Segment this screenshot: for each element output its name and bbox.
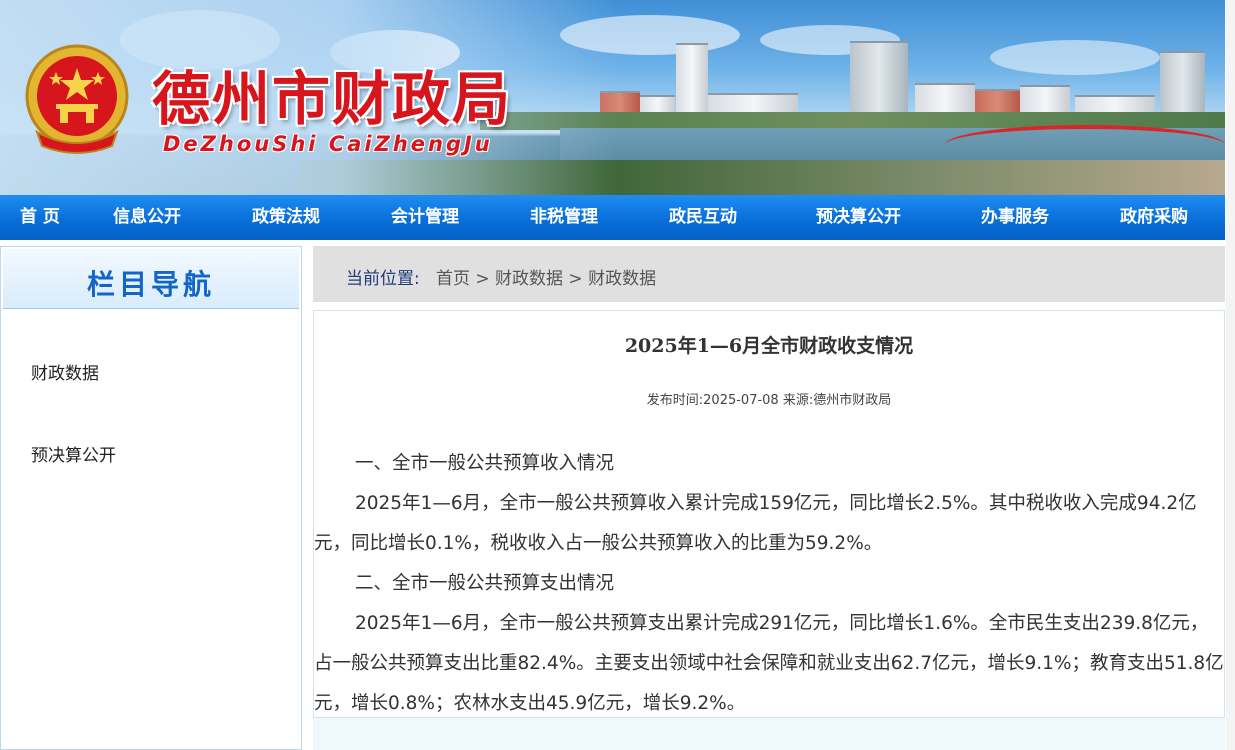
article: 2025年1—6月全市财政收支情况 发布时间:2025-07-08 来源:德州市… (313, 310, 1225, 718)
sidebar-header: 栏目导航 (3, 249, 299, 309)
breadcrumb-home[interactable]: 首页 (436, 269, 470, 289)
breadcrumb-bar: 当前位置: 首页 > 财政数据 > 财政数据 (313, 246, 1225, 302)
banner-building (640, 95, 675, 113)
banner-building (850, 41, 908, 113)
breadcrumb-finance-data[interactable]: 财政数据 (495, 269, 563, 289)
breadcrumb-label: 当前位置: (346, 269, 420, 289)
banner-cloud (990, 40, 1160, 75)
banner-building (915, 83, 975, 113)
article-paragraph: 一、全市一般公共预算收入情况 (355, 453, 615, 474)
banner-building (1160, 51, 1205, 113)
banner-building (1020, 85, 1070, 113)
sidebar-item-finance-data[interactable]: 财政数据 (31, 359, 99, 384)
site-banner: 德州市财政局 DeZhouShi CaiZhengJu (0, 0, 1225, 195)
breadcrumb-current[interactable]: 财政数据 (588, 269, 656, 289)
nav-item-policies[interactable]: 政策法规 (252, 195, 320, 240)
sidebar-item-budget-disclosure[interactable]: 预决算公开 (31, 441, 116, 466)
nav-item-budget[interactable]: 预决算公开 (816, 195, 901, 240)
breadcrumb-separator: > (563, 269, 589, 289)
banner-building (708, 93, 798, 113)
nav-item-info-disclosure[interactable]: 信息公开 (113, 195, 181, 240)
breadcrumb-separator: > (469, 269, 496, 289)
sidebar: 栏目导航 财政数据 预决算公开 (0, 246, 302, 750)
banner-bridge (945, 125, 1225, 165)
article-title: 2025年1—6月全市财政收支情况 (624, 335, 914, 357)
article-paragraph: 二、全市一般公共预算支出情况 (355, 573, 615, 594)
banner-building (1075, 95, 1155, 113)
banner-building (676, 43, 708, 113)
national-emblem-icon[interactable] (22, 42, 132, 157)
content-footer-area (313, 718, 1225, 750)
article-meta: 发布时间:2025-07-08 来源:德州市财政局 (646, 393, 892, 408)
nav-item-services[interactable]: 办事服务 (981, 195, 1049, 240)
article-paragraph: 2025年1—6月，全市一般公共预算收入累计完成159亿元，同比增长2.5%。其… (314, 493, 1197, 554)
site-subtitle-pinyin: DeZhouShi CaiZhengJu (163, 132, 493, 156)
article-paragraph: 2025年1—6月，全市一般公共预算支出累计完成291亿元，同比增长1.6%。全… (314, 613, 1224, 714)
nav-item-non-tax[interactable]: 非税管理 (530, 195, 598, 240)
banner-building (975, 89, 1020, 113)
article-body: 一、全市一般公共预算收入情况 2025年1—6月，全市一般公共预算收入累计完成1… (314, 444, 1224, 724)
nav-item-accounting[interactable]: 会计管理 (391, 195, 459, 240)
nav-item-procurement[interactable]: 政府采购 (1120, 195, 1188, 240)
main-nav: 首 页 信息公开 政策法规 会计管理 非税管理 政民互动 预决算公开 办事服务 … (0, 195, 1225, 240)
page-right-edge (1226, 0, 1235, 750)
nav-item-home[interactable]: 首 页 (20, 195, 60, 240)
breadcrumb: 当前位置: 首页 > 财政数据 > 财政数据 (346, 264, 656, 289)
sidebar-title: 栏目导航 (86, 268, 215, 301)
site-title: 德州市财政局 (152, 65, 513, 133)
nav-item-interaction[interactable]: 政民互动 (669, 195, 737, 240)
